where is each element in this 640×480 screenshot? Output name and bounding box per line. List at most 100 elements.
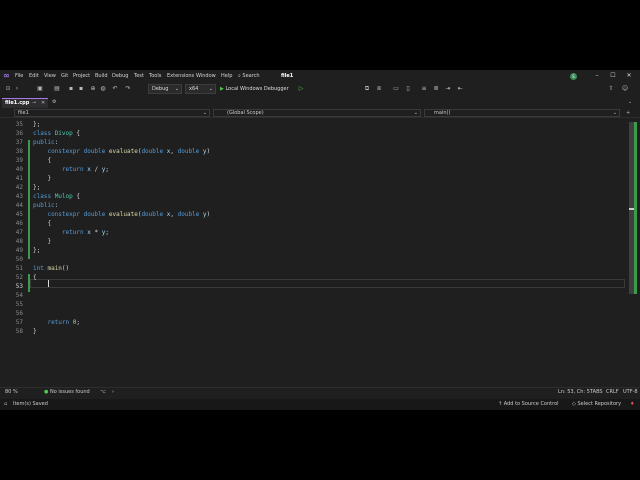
code-line: constexpr double evaluate(double x, doub… — [47, 211, 211, 218]
cleanup-icon[interactable]: ⌥ — [100, 388, 106, 397]
minimize-icon[interactable]: – — [591, 71, 603, 81]
line-number: 39 — [15, 157, 23, 164]
scope-dropdown[interactable]: (Global Scope) ⌄ — [213, 109, 421, 117]
code-line: } — [33, 238, 52, 245]
tab-list-chevron-icon[interactable]: ⌄ — [628, 98, 632, 107]
cursor-position: Ln: 53, Ch: 5 — [558, 389, 590, 395]
status-icon: ▫ — [4, 401, 8, 407]
menu-git[interactable]: Git — [61, 72, 68, 80]
project-dropdown[interactable]: file1 ⌄ — [14, 109, 210, 117]
start-without-debugging-icon[interactable]: ▷ — [297, 85, 305, 93]
chevron-down-icon: ⌄ — [174, 86, 179, 92]
save-all-icon[interactable]: ▪ — [77, 85, 85, 93]
code-line: } — [33, 328, 37, 335]
chevron-down-icon: ⌄ — [202, 110, 207, 116]
line-number: 42 — [15, 184, 23, 191]
live-share-icon[interactable]: ⇧ — [606, 85, 616, 93]
menu-view[interactable]: View — [44, 72, 56, 80]
menu-project[interactable]: Project — [73, 72, 90, 80]
line-number: 55 — [15, 301, 23, 308]
add-to-source-control-button[interactable]: ↑ Add to Source Control — [498, 400, 559, 409]
toolbar-tool-icon[interactable]: ▯ — [404, 85, 412, 93]
menu-help[interactable]: Help — [221, 72, 232, 80]
undo-icon[interactable]: ↶ — [111, 85, 119, 93]
issues-text: No issues found — [49, 389, 90, 395]
menu-bar: ∞ File Edit View Git Project Build Debug… — [0, 70, 640, 82]
code-line: return 0; — [47, 319, 81, 326]
line-number: 41 — [15, 175, 23, 182]
account-avatar[interactable]: S — [570, 73, 577, 80]
zoom-level[interactable]: 80 % — [5, 388, 18, 397]
clean-icon[interactable]: ◍ — [99, 85, 107, 93]
arrow-up-icon: ↑ — [498, 401, 503, 407]
redo-icon[interactable]: ↷ — [124, 85, 132, 93]
line-number: 58 — [15, 328, 23, 335]
menu-build[interactable]: Build — [95, 72, 108, 80]
menu-file[interactable]: File — [15, 72, 23, 80]
project-value: file1 — [18, 110, 29, 116]
run-debugger-button[interactable]: ▶ Local Windows Debugger — [220, 84, 294, 94]
line-number: 35 — [15, 121, 23, 128]
search-icon: ⌕ — [238, 73, 241, 79]
maximize-icon[interactable]: ☐ — [607, 71, 619, 81]
notification-bell-icon[interactable]: ♦ — [630, 400, 634, 409]
line-ending[interactable]: CRLF — [606, 388, 619, 397]
code-line: class Mulop { — [33, 193, 80, 200]
code-line: }; — [33, 184, 41, 191]
forward-icon[interactable]: › — [13, 85, 21, 93]
code-editor[interactable]: 35 }; 36 class Divop { 37 public: 38 con… — [0, 118, 640, 382]
gear-icon[interactable]: ⚙ — [52, 98, 56, 107]
platform-value: x64 — [189, 86, 199, 92]
back-icon[interactable]: ⊙ — [4, 85, 12, 93]
select-repository-button[interactable]: ◇ Select Repository — [572, 400, 621, 409]
search-button[interactable]: ⌕ Search — [238, 72, 260, 80]
code-line: public: — [33, 202, 59, 209]
code-line: public: — [33, 139, 59, 146]
line-number: 44 — [15, 202, 23, 209]
file-encoding[interactable]: UTF-8 — [623, 388, 638, 397]
editor-status-strip: 80 % ● No issues found ⌥ › Ln: 53, Ch: 5… — [0, 387, 640, 397]
feedback-icon[interactable]: ☺ — [620, 85, 630, 93]
status-message: Item(s) Saved — [13, 401, 48, 407]
chevron-down-icon: ⌄ — [612, 110, 617, 116]
toolbar-tool-icon[interactable]: ≣ — [432, 85, 440, 93]
member-dropdown[interactable]: main() ⌄ — [424, 109, 620, 117]
menu-debug[interactable]: Debug — [112, 72, 128, 80]
line-number: 52 — [15, 274, 23, 281]
menu-window[interactable]: Window — [196, 72, 216, 80]
menu-extensions[interactable]: Extensions — [167, 72, 194, 80]
line-number: 38 — [15, 148, 23, 155]
toolbar-tool-icon[interactable]: ⧈ — [375, 85, 383, 93]
code-line: } — [33, 175, 52, 182]
issues-indicator[interactable]: ● No issues found — [44, 388, 90, 397]
indent-mode[interactable]: TABS — [590, 388, 603, 397]
code-line: int main() — [33, 265, 70, 272]
toolbar-tool-icon[interactable]: ⧉ — [363, 85, 371, 93]
chevron-right-icon[interactable]: › — [112, 388, 114, 397]
new-item-icon[interactable]: ▣ — [36, 85, 44, 93]
code-line: }; — [33, 247, 41, 254]
toolbar-tool-icon[interactable]: ⇤ — [456, 85, 464, 93]
status-bar: ▫ Item(s) Saved ↑ Add to Source Control … — [0, 399, 640, 410]
tab-file1-cpp[interactable]: file1.cpp ⊸ ✕ — [2, 98, 48, 108]
git-icon[interactable]: ⊕ — [89, 85, 97, 93]
toolbar-tool-icon[interactable]: ≡ — [420, 85, 428, 93]
toolbar-tool-icon[interactable]: ▭ — [392, 85, 400, 93]
menu-edit[interactable]: Edit — [29, 72, 39, 80]
configuration-dropdown[interactable]: Debug ⌄ — [148, 84, 182, 94]
close-window-icon[interactable]: ✕ — [623, 71, 635, 81]
scrollbar-change-marker — [634, 122, 637, 294]
close-icon[interactable]: ✕ — [41, 99, 45, 108]
split-editor-icon[interactable]: + — [626, 109, 630, 118]
open-folder-icon[interactable]: ▤ — [53, 85, 61, 93]
save-icon[interactable]: ▪ — [67, 85, 75, 93]
pin-icon[interactable]: ⊸ — [32, 99, 36, 108]
search-label: Search — [242, 73, 260, 79]
line-number: 45 — [15, 211, 23, 218]
code-line: return x / y; — [61, 166, 109, 173]
toolbar-tool-icon[interactable]: ⇥ — [444, 85, 452, 93]
text-caret — [48, 280, 49, 287]
menu-tools[interactable]: Tools — [149, 72, 161, 80]
platform-dropdown[interactable]: x64 ⌄ — [185, 84, 216, 94]
menu-test[interactable]: Test — [134, 72, 144, 80]
